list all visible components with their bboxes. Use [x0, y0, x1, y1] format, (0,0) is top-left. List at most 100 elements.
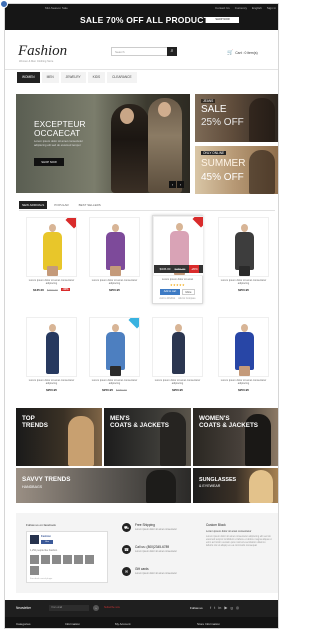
- chevron-left-icon[interactable]: ‹: [169, 181, 176, 188]
- search-icon[interactable]: ⌕: [167, 47, 177, 56]
- facebook-plugin-label: Facebook social plugin: [30, 578, 53, 580]
- product-card[interactable]: Lorem ipsum dolor sit amet consectetur a…: [218, 217, 269, 292]
- tab-best-sellers[interactable]: BEST SELLERS: [76, 201, 104, 209]
- service-title: Gift cards: [135, 567, 149, 571]
- cart-label: Cart : 0 item(s): [235, 51, 258, 55]
- product-card-hovered[interactable]: $336.00 $350.00 -20% Lorem ipsum dolor s…: [152, 215, 204, 305]
- hero-shop-now-button[interactable]: SHOP NOW: [34, 158, 64, 166]
- nav-item-men[interactable]: MEN: [41, 72, 59, 83]
- tab-new-arrivals[interactable]: NEW ARRIVALS: [19, 201, 48, 209]
- side-banner-sale[interactable]: JEANS SALE 25% OFF: [195, 94, 278, 142]
- add-to-compare-link[interactable]: Add to Compare: [178, 297, 195, 300]
- chevron-right-icon[interactable]: ›: [177, 181, 184, 188]
- product-image[interactable]: [89, 317, 140, 377]
- promo-title-line: COATS & JACKETS: [110, 421, 170, 429]
- more-button[interactable]: More: [182, 289, 195, 296]
- hero-arrows: ‹ ›: [169, 181, 184, 188]
- promo-small-text: Mid-Season Sale: [45, 6, 68, 10]
- tab-popular[interactable]: POPULAR: [51, 201, 71, 209]
- model-coat: [235, 232, 254, 270]
- youtube-icon[interactable]: ▶: [224, 605, 227, 611]
- product-name[interactable]: Lorem ipsum dolor sit amet consectetur a…: [218, 279, 269, 286]
- model-dress: [235, 332, 254, 370]
- side-banner-summer[interactable]: ONLY ONLINE SUMMER 45% OFF: [195, 146, 278, 194]
- cart-button[interactable]: 🛒 Cart : 0 item(s): [227, 50, 258, 56]
- product-image[interactable]: [218, 317, 269, 377]
- site-logo[interactable]: Fashion: [18, 43, 67, 60]
- promo-tile-handbags[interactable]: SAVVY TRENDS HANDBAGS: [16, 468, 191, 503]
- product-card[interactable]: Lorem ipsum dolor sit amet consectetur a…: [218, 317, 269, 392]
- add-to-cart-button[interactable]: Add to cart: [160, 289, 180, 296]
- avatar[interactable]: [30, 555, 39, 564]
- instagram-icon[interactable]: ◎: [236, 605, 240, 611]
- avatar[interactable]: [41, 555, 50, 564]
- promo-model-image: [249, 470, 273, 503]
- utility-link[interactable]: English: [252, 6, 262, 10]
- google-plus-icon[interactable]: g: [230, 605, 232, 611]
- promo-tile-top-trends[interactable]: TOP TRENDS: [16, 408, 102, 466]
- product-image[interactable]: [218, 217, 269, 277]
- new-flag-icon: [128, 318, 139, 329]
- model-head: [241, 324, 248, 332]
- twitter-icon[interactable]: t: [214, 605, 215, 611]
- facebook-like-count: 1,252 people like Fashion: [30, 549, 58, 552]
- info-section: Follow us on facebook Fashion Like 1,252…: [16, 513, 278, 593]
- product-image[interactable]: [89, 217, 140, 277]
- avatar[interactable]: [74, 555, 83, 564]
- chevron-right-icon[interactable]: ›: [93, 605, 99, 611]
- product-name[interactable]: Lorem ipsum dolor sit amet consectetur a…: [89, 279, 140, 286]
- banner-model-image: [249, 150, 275, 194]
- product-card[interactable]: Lorem ipsum dolor sit amet consectetur a…: [26, 317, 77, 392]
- product-name[interactable]: Lorem ipsum dolor sit amet consectetur a…: [218, 379, 269, 386]
- add-to-wishlist-link[interactable]: Add to Wishlist: [159, 297, 175, 300]
- promo-title: SUNGLASSES: [199, 477, 237, 483]
- newsletter-email-input[interactable]: Your email: [49, 605, 89, 611]
- avatar[interactable]: [63, 555, 72, 564]
- product-card[interactable]: Lorem ipsum dolor sit amet consectetur a…: [89, 317, 140, 392]
- hero-slider[interactable]: EXCEPTEUR OCCAECAT Lorem ipsum dolor sit…: [16, 94, 190, 193]
- banner-discount: 25% OFF: [201, 117, 244, 128]
- product-card[interactable]: Lorem ipsum dolor sit amet consectetur a…: [152, 317, 203, 392]
- promo-shop-button[interactable]: SHOP NOW: [206, 17, 239, 23]
- linkedin-icon[interactable]: in: [218, 605, 221, 611]
- avatar[interactable]: [52, 555, 61, 564]
- product-image[interactable]: [26, 217, 77, 277]
- avatar[interactable]: [30, 566, 39, 575]
- search-input[interactable]: Search ⌕: [111, 47, 177, 56]
- facebook-faces: [30, 555, 104, 575]
- promo-tile-mens-coats[interactable]: MEN'S COATS & JACKETS: [104, 408, 191, 466]
- utility-link[interactable]: Sign in: [267, 6, 276, 10]
- avatar[interactable]: [85, 555, 94, 564]
- product-price: $250.95 $280.00: [89, 388, 140, 392]
- product-price: $250.95: [152, 388, 203, 392]
- facebook-icon[interactable]: f: [210, 605, 211, 611]
- product-name[interactable]: Lorem ipsum dolor sit amet consectetur a…: [26, 379, 77, 386]
- promo-tile-womens-coats[interactable]: WOMEN'S COATS & JACKETS: [193, 408, 278, 466]
- product-name[interactable]: Lorem ipsum dolor sit amet consectetur a…: [89, 379, 140, 386]
- nav-item-women[interactable]: WOMEN: [17, 72, 40, 83]
- product-card[interactable]: Lorem ipsum dolor sit amet consectetur a…: [89, 217, 140, 292]
- facebook-widget[interactable]: Fashion Like 1,252 people like Fashion F…: [26, 531, 108, 583]
- price-current: $250.95: [109, 287, 120, 292]
- price-current: $250.95: [102, 387, 113, 392]
- price-current: $135.00: [33, 287, 44, 292]
- product-name[interactable]: Lorem ipsum dolor sit amet consectetur a…: [26, 279, 77, 286]
- promo-subtitle: & EYEWEAR: [199, 484, 221, 488]
- product-name[interactable]: Lorem ipsum dolor sit amet: [153, 278, 202, 281]
- product-card[interactable]: Lorem ipsum dolor sit amet consectetur a…: [26, 217, 77, 292]
- nav-item-kids[interactable]: KIDS: [87, 72, 106, 83]
- facebook-page-name[interactable]: Fashion: [41, 535, 51, 538]
- product-image[interactable]: [152, 317, 203, 377]
- promo-tile-sunglasses[interactable]: SUNGLASSES & EYEWEAR: [193, 468, 278, 503]
- utility-link[interactable]: Currency: [235, 6, 247, 10]
- product-image[interactable]: [26, 317, 77, 377]
- utility-link[interactable]: Contact Us: [215, 6, 230, 10]
- nav-item-clearance[interactable]: CLEARANCE: [107, 72, 137, 83]
- site-tagline: Women & Men Clothing Store: [19, 60, 54, 63]
- facebook-like-button[interactable]: Like: [41, 540, 53, 544]
- product-name[interactable]: Lorem ipsum dolor sit amet consectetur a…: [152, 379, 203, 386]
- nav-item-jewelry[interactable]: JEWELRY: [60, 72, 86, 83]
- newsletter-note: Subscribe now: [104, 606, 120, 609]
- product-image[interactable]: $336.00 $350.00 -20%: [153, 216, 204, 276]
- utility-links: Contact Us Currency English Sign in: [215, 6, 276, 10]
